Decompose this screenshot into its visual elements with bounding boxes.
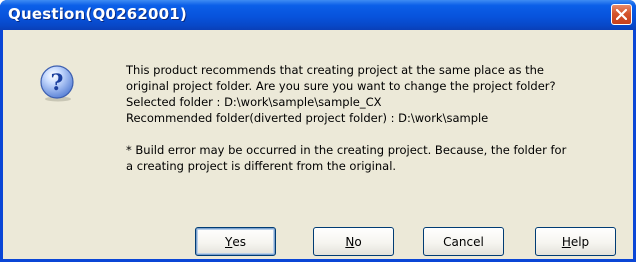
no-button-mnemonic: N	[345, 234, 355, 249]
cancel-button[interactable]: Cancel	[423, 227, 504, 256]
cancel-button-label: Cancel	[443, 234, 484, 249]
help-button[interactable]: Help	[535, 227, 616, 256]
message-line: This product recommends that creating pr…	[126, 63, 544, 77]
message-text: This product recommends that creating pr…	[126, 62, 626, 174]
close-button[interactable]	[611, 4, 632, 25]
selected-folder-line: Selected folder : D:\work\sample\sample_…	[126, 95, 382, 109]
no-button-label-rest: o	[354, 234, 362, 249]
dialog-body: ? This product recommends that creating …	[3, 30, 633, 259]
recommended-folder-line: Recommended folder(diverted project fold…	[126, 111, 489, 125]
yes-button[interactable]: Yes	[195, 227, 276, 256]
dialog-title: Question(Q0262001)	[8, 5, 187, 23]
help-button-mnemonic: H	[561, 234, 571, 249]
note-line: * Build error may be occurred in the cre…	[126, 143, 567, 157]
help-button-label-rest: elp	[570, 234, 590, 249]
question-icon: ?	[40, 65, 74, 102]
no-button[interactable]: No	[313, 227, 394, 256]
yes-button-label-rest: es	[232, 234, 246, 249]
message-line: original project folder. Are you sure yo…	[126, 79, 556, 93]
close-icon	[616, 9, 627, 20]
svg-text:?: ?	[51, 70, 64, 96]
title-bar[interactable]: Question(Q0262001)	[0, 0, 636, 30]
note-line: a creating project is different from the…	[126, 159, 397, 173]
dialog-window: Question(Q0262001) ? This product recomm…	[0, 0, 636, 262]
yes-button-mnemonic: Y	[225, 234, 233, 249]
